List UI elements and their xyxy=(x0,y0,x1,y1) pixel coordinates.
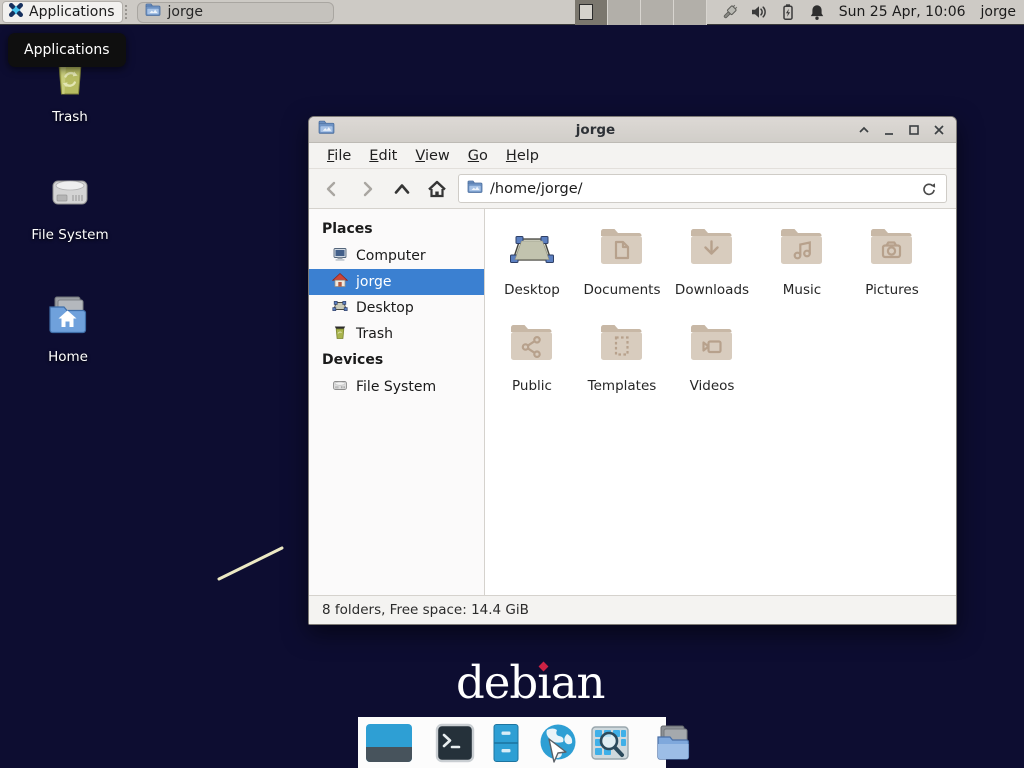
sidebar-item-file-system[interactable]: File System xyxy=(309,374,484,400)
workspace-window-thumb xyxy=(579,4,593,20)
downloads-folder-icon xyxy=(688,224,736,276)
location-bar[interactable]: /home/jorge/ xyxy=(458,174,947,203)
sidebar-header-devices: Devices xyxy=(309,347,484,374)
volume-icon[interactable] xyxy=(750,3,768,21)
trash-icon xyxy=(332,324,348,344)
drive-icon xyxy=(332,377,348,397)
file-manager-window: jorge File Edit View Go Help xyxy=(308,116,957,625)
statusbar-text: 8 folders, Free space: 14.4 GiB xyxy=(322,602,529,618)
desktop-icon-home[interactable]: Home xyxy=(13,292,123,365)
desktop-icon-label: Trash xyxy=(52,109,88,125)
shade-button[interactable] xyxy=(856,122,872,138)
xfce-logo-icon xyxy=(8,2,24,22)
top-panel: Applications jorge xyxy=(0,0,1024,25)
workspace-1[interactable] xyxy=(575,0,608,25)
file-templates[interactable]: Templates xyxy=(577,320,667,394)
workspace-2[interactable] xyxy=(608,0,641,25)
notifications-icon[interactable] xyxy=(808,3,826,21)
workspace-switcher xyxy=(575,0,707,25)
web-browser-launcher[interactable] xyxy=(537,722,579,764)
app-finder-launcher[interactable] xyxy=(590,723,630,763)
desktop-stray-line xyxy=(210,540,294,588)
applications-menu-button[interactable]: Applications xyxy=(2,1,123,23)
menubar: File Edit View Go Help xyxy=(309,143,956,168)
sidebar: Places Computer xyxy=(309,209,485,595)
battery-icon[interactable] xyxy=(779,3,797,21)
minimize-button[interactable] xyxy=(881,122,897,138)
file-manager-launcher[interactable] xyxy=(486,723,526,763)
file-view[interactable]: Desktop Documents xyxy=(485,209,956,595)
titlebar[interactable]: jorge xyxy=(309,117,956,143)
desktop-icon-label: File System xyxy=(31,227,108,243)
workspace-3[interactable] xyxy=(641,0,674,25)
templates-folder-icon xyxy=(598,320,646,372)
menu-file[interactable]: File xyxy=(318,145,360,167)
toolbar: /home/jorge/ xyxy=(309,168,956,209)
file-public[interactable]: Public xyxy=(487,320,577,394)
workspace-4[interactable] xyxy=(674,0,707,25)
home-button[interactable] xyxy=(423,175,451,203)
videos-folder-icon xyxy=(688,320,736,372)
path-folder-icon xyxy=(467,179,483,199)
directory-menu-launcher[interactable] xyxy=(652,723,694,763)
file-videos[interactable]: Videos xyxy=(667,320,757,394)
music-folder-icon xyxy=(778,224,826,276)
menu-help[interactable]: Help xyxy=(497,145,548,167)
up-button[interactable] xyxy=(388,175,416,203)
desktop-folder-icon xyxy=(508,224,556,276)
statusbar: 8 folders, Free space: 14.4 GiB xyxy=(309,595,956,624)
file-manager-window-icon xyxy=(145,2,161,22)
forward-button[interactable] xyxy=(353,175,381,203)
taskbar-window-button[interactable]: jorge xyxy=(137,2,334,23)
file-desktop[interactable]: Desktop xyxy=(487,224,577,298)
file-documents[interactable]: Documents xyxy=(577,224,667,298)
maximize-button[interactable] xyxy=(906,122,922,138)
reload-button[interactable] xyxy=(920,180,938,198)
panel-username: jorge xyxy=(981,4,1016,20)
show-desktop-button[interactable] xyxy=(365,722,413,764)
drive-icon xyxy=(47,170,93,222)
location-path: /home/jorge/ xyxy=(490,181,583,197)
desktop-icon-file-system[interactable]: File System xyxy=(15,170,125,243)
sidebar-item-trash[interactable]: Trash xyxy=(309,321,484,347)
applications-tooltip: Applications xyxy=(8,33,126,67)
bottom-dock-panel xyxy=(358,717,666,768)
documents-folder-icon xyxy=(598,224,646,276)
file-pictures[interactable]: Pictures xyxy=(847,224,937,298)
sidebar-header-places: Places xyxy=(309,216,484,243)
panel-clock[interactable]: Sun 25 Apr, 10:06 xyxy=(839,4,966,20)
sidebar-item-computer[interactable]: Computer xyxy=(309,243,484,269)
menu-edit[interactable]: Edit xyxy=(360,145,406,167)
panel-handle xyxy=(125,5,132,19)
window-title: jorge xyxy=(335,122,856,138)
home-folder-icon xyxy=(44,292,92,344)
network-icon[interactable] xyxy=(721,3,739,21)
menu-view[interactable]: View xyxy=(406,145,458,167)
menu-go[interactable]: Go xyxy=(459,145,497,167)
close-button[interactable] xyxy=(931,122,947,138)
sidebar-item-jorge[interactable]: jorge xyxy=(309,269,484,295)
computer-icon xyxy=(332,246,348,266)
pictures-folder-icon xyxy=(868,224,916,276)
window-folder-icon xyxy=(318,119,335,140)
public-folder-icon xyxy=(508,320,556,372)
applications-menu-label: Applications xyxy=(29,4,115,20)
system-tray xyxy=(721,3,826,21)
debian-wallpaper-logo: debıan xyxy=(456,656,604,709)
desktop-icon xyxy=(332,298,348,318)
home-icon xyxy=(332,272,348,292)
taskbar-window-label: jorge xyxy=(168,4,203,20)
terminal-launcher[interactable] xyxy=(435,723,475,763)
file-downloads[interactable]: Downloads xyxy=(667,224,757,298)
sidebar-item-desktop[interactable]: Desktop xyxy=(309,295,484,321)
desktop-icon-label: Home xyxy=(48,349,88,365)
file-music[interactable]: Music xyxy=(757,224,847,298)
back-button[interactable] xyxy=(318,175,346,203)
